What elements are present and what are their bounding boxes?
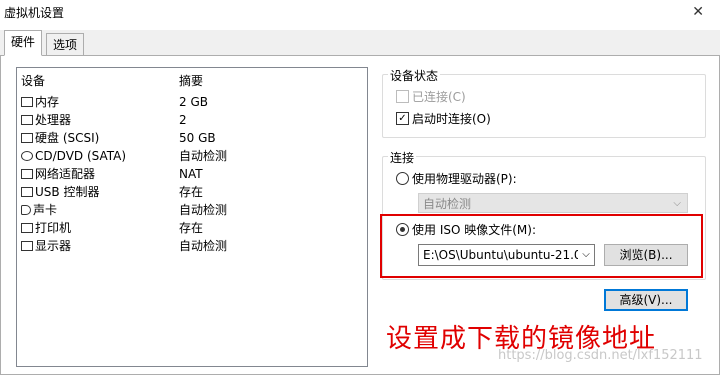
network-adapter-icon [21, 169, 33, 179]
tab-hardware[interactable]: 硬件 [4, 30, 43, 56]
device-summary: 存在 [179, 185, 204, 199]
physical-drive-label: 使用物理驱动器(P): [412, 172, 517, 186]
tab-strip: 硬件 选项 [0, 30, 720, 57]
physical-drive-select[interactable]: 自动检测 ⌵ [418, 193, 688, 213]
memory-icon [21, 97, 33, 107]
display-icon [21, 241, 33, 251]
processor-icon [21, 115, 33, 125]
device-name: 打印机 [35, 221, 72, 235]
connected-checkbox[interactable] [396, 90, 409, 103]
window-title: 虚拟机设置 [4, 6, 65, 20]
device-row-printer[interactable]: 打印机 存在 [17, 219, 367, 237]
power-on-label: 启动时连接(O) [412, 112, 491, 126]
connection-title: 连接 [388, 149, 417, 166]
sound-card-icon [21, 205, 31, 215]
close-icon[interactable]: ✕ [692, 4, 704, 20]
harddisk-icon [21, 133, 33, 143]
device-row-usb[interactable]: USB 控制器 存在 [17, 183, 367, 201]
device-summary: 存在 [179, 221, 204, 235]
device-summary: 2 [179, 113, 187, 127]
advanced-button[interactable]: 高级(V)... [604, 289, 688, 311]
device-name: 网络适配器 [35, 167, 96, 181]
device-summary: 50 GB [179, 131, 216, 145]
usb-controller-icon [21, 187, 33, 197]
printer-icon [21, 223, 33, 233]
device-name: 硬盘 (SCSI) [35, 131, 100, 145]
title-bar: 虚拟机设置 ✕ [0, 0, 720, 30]
device-name: 内存 [35, 95, 60, 109]
device-row-display[interactable]: 显示器 自动检测 [17, 237, 367, 255]
device-name: 处理器 [35, 113, 72, 127]
highlight-box [380, 214, 703, 278]
device-name: USB 控制器 [35, 185, 100, 199]
device-row-harddisk[interactable]: 硬盘 (SCSI) 50 GB [17, 129, 367, 147]
device-column-header[interactable]: 设备 [21, 72, 45, 90]
physical-drive-radio[interactable] [396, 172, 409, 185]
device-name: CD/DVD (SATA) [35, 149, 127, 163]
device-name: 声卡 [33, 203, 58, 217]
physical-drive-value: 自动检测 [423, 197, 472, 211]
device-summary: NAT [179, 167, 203, 181]
device-name: 显示器 [35, 239, 72, 253]
connected-label: 已连接(C) [412, 90, 466, 104]
summary-column-header[interactable]: 摘要 [179, 72, 203, 90]
tab-options[interactable]: 选项 [46, 33, 85, 57]
chevron-down-icon: ⌵ [673, 198, 681, 209]
device-summary: 自动检测 [179, 149, 228, 163]
device-list[interactable]: 设备 摘要 内存 2 GB 处理器 2 硬盘 (SCSI) 50 GB CD/D… [16, 67, 368, 367]
watermark: https://blog.csdn.net/lxf152111 [498, 348, 703, 363]
device-row-cd-dvd[interactable]: CD/DVD (SATA) 自动检测 [17, 147, 367, 165]
device-row-memory[interactable]: 内存 2 GB [17, 93, 367, 111]
device-row-network[interactable]: 网络适配器 NAT [17, 165, 367, 183]
device-list-header: 设备 摘要 [17, 72, 367, 90]
device-row-processor[interactable]: 处理器 2 [17, 111, 367, 129]
device-status-title: 设备状态 [388, 67, 441, 84]
device-summary: 自动检测 [179, 203, 228, 217]
cd-dvd-icon [21, 151, 33, 161]
device-row-sound[interactable]: 声卡 自动检测 [17, 201, 367, 219]
device-summary: 自动检测 [179, 239, 228, 253]
power-on-checkbox[interactable]: ✓ [396, 112, 409, 125]
device-summary: 2 GB [179, 95, 208, 109]
